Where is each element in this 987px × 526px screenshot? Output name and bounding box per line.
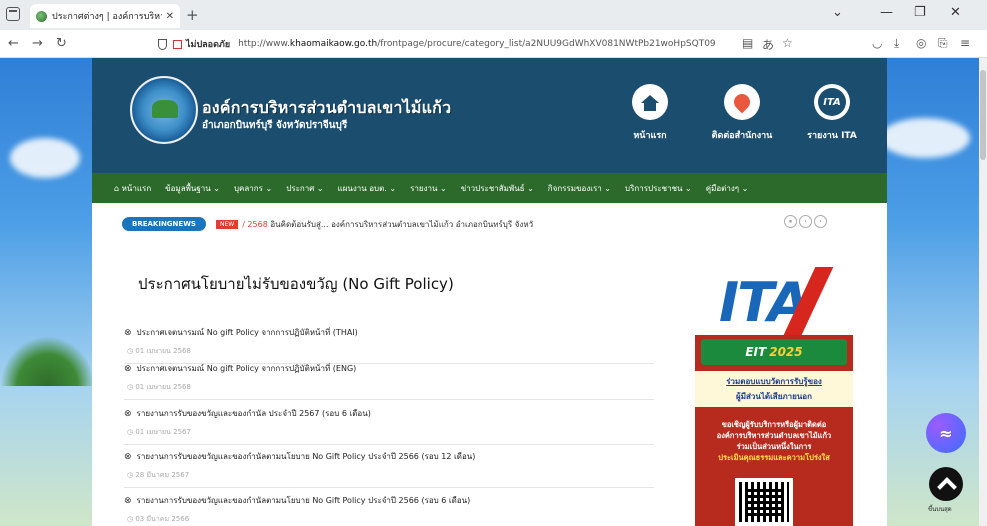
post-title[interactable]: ประกาศเจตนารมณ์ No gift Policy จากการปฏิ… xyxy=(137,362,357,375)
star-icon[interactable]: ☆ xyxy=(782,36,793,50)
menu-item-personnel[interactable]: บุคลากร ⌄ xyxy=(234,182,272,195)
browser-tab[interactable]: ประกาศต่างๆ | องค์การบริหารส่วน X ✕ xyxy=(30,4,180,28)
menu-icon[interactable]: ≡ xyxy=(960,36,970,50)
menu-item-basic-info[interactable]: ข้อมูลพื้นฐาน ⌄ xyxy=(165,182,220,195)
close-tab-icon[interactable]: ✕ xyxy=(166,11,174,22)
tab-overflow-chevron-icon[interactable]: ⌄ xyxy=(832,5,843,20)
tab-title: ประกาศต่างๆ | องค์การบริหารส่วน X xyxy=(52,12,162,22)
breaking-news-controls: ⏸ ‹ › xyxy=(784,215,827,228)
maximize-icon[interactable]: ❐ xyxy=(914,5,926,20)
circle-x-icon: ⊗ xyxy=(124,408,132,419)
translate-icon[interactable]: あ xyxy=(762,36,774,53)
post-date: 01 เมษายน 2567 xyxy=(127,427,654,438)
menu-item-plans[interactable]: แผนงาน อบต. ⌄ xyxy=(338,182,397,195)
back-to-top-label: ขึ้นบนสุด xyxy=(928,506,952,513)
location-pin-icon xyxy=(724,84,760,120)
breaking-news-text[interactable]: / 2568 อินคิดต้อนรับสู่... องค์การบริหาร… xyxy=(242,218,533,231)
post-item[interactable]: ⊗ รายงานการรับของขวัญและของกำนัลตามนโยบาย… xyxy=(124,494,654,526)
back-to-top-button[interactable] xyxy=(922,464,970,504)
tab-list-icon[interactable] xyxy=(6,7,20,21)
circle-x-icon: ⊗ xyxy=(124,363,132,374)
close-icon[interactable]: ✕ xyxy=(950,5,961,20)
chevron-up-icon xyxy=(929,467,963,501)
quick-link-label: หน้าแรก xyxy=(633,131,667,141)
post-title[interactable]: ประกาศเจตนารมณ์ No gift Policy จากการปฏิ… xyxy=(137,326,358,339)
quick-link-ita[interactable]: ITA รายงาน ITA xyxy=(792,84,872,142)
post-title[interactable]: รายงานการรับของขวัญและของกำนัลตามนโยบาย … xyxy=(137,450,476,463)
ita-banner[interactable]: ITA EIT 2025 ร่วมตอบแบบวัดการรับรู้ของ ผู… xyxy=(687,263,857,526)
breaking-news-tag: BREAKINGNEWS xyxy=(122,217,206,231)
post-date: 01 เมษายน 2568 xyxy=(127,346,654,357)
lock-icon[interactable] xyxy=(173,39,182,49)
quick-link-label: รายงาน ITA xyxy=(807,131,857,141)
background-cloud xyxy=(10,138,80,178)
main-menu: หน้าแรก ข้อมูลพื้นฐาน ⌄ บุคลากร ⌄ ประกาศ… xyxy=(92,173,887,203)
post-item[interactable]: ⊗ ประกาศเจตนารมณ์ No gift Policy จากการปฏ… xyxy=(124,362,654,400)
eit-panel: EIT 2025 ร่วมตอบแบบวัดการรับรู้ของ ผู้มีส… xyxy=(695,335,853,526)
background-trees xyxy=(0,336,95,386)
url-text: http://www.khaomaikaow.go.th/frontpage/p… xyxy=(238,39,716,49)
post-item[interactable]: ⊗ รายงานการรับของขวัญและของกำนัลตามนโยบาย… xyxy=(124,450,654,488)
site-header: องค์การบริหารส่วนตำบลเขาไม้แก้ว อำเภอกบิ… xyxy=(92,58,887,173)
menu-item-reports[interactable]: รายงาน ⌄ xyxy=(410,182,447,195)
quick-link-home[interactable]: หน้าแรก xyxy=(610,84,690,142)
post-title[interactable]: รายงานการรับของขวัญและของกำนัล ประจำปี 2… xyxy=(137,407,371,420)
pocket-icon[interactable]: ◡ xyxy=(872,36,882,50)
quick-link-contact[interactable]: ติดต่อสำนักงาน xyxy=(702,84,782,142)
menu-item-announcements[interactable]: ประกาศ ⌄ xyxy=(286,182,323,195)
post-date: 01 เมษายน 2568 xyxy=(127,382,654,393)
survey-invitation: ขอเชิญผู้รับบริการหรือผู้มาติดต่อ องค์กา… xyxy=(716,420,832,462)
qr-code[interactable] xyxy=(735,478,793,526)
reload-icon[interactable]: ↻ xyxy=(56,36,67,51)
survey-heading: ร่วมตอบแบบวัดการรับรู้ของ ผู้มีส่วนได้เส… xyxy=(695,371,853,407)
prev-icon[interactable]: ‹ xyxy=(799,215,812,228)
extensions-icon[interactable]: ◎ xyxy=(916,36,926,50)
background-cloud xyxy=(880,118,970,158)
circle-x-icon: ⊗ xyxy=(124,495,132,506)
menu-item-home[interactable]: หน้าแรก xyxy=(114,182,152,195)
browser-tab-bar: ประกาศต่างๆ | องค์การบริหารส่วน X ✕ + ⌄ … xyxy=(0,0,987,30)
org-subtitle: อำเภอกบินทร์บุรี จังหวัดปราจีนบุรี xyxy=(202,120,348,131)
post-item[interactable]: ⊗ รายงานการรับของขวัญและของกำนัล ประจำปี … xyxy=(124,407,654,445)
ita-icon: ITA xyxy=(814,84,850,120)
page-viewport: องค์การบริหารส่วนตำบลเขาไม้แก้ว อำเภอกบิ… xyxy=(0,58,979,526)
next-icon[interactable]: › xyxy=(814,215,827,228)
account-icon[interactable]: ⎘ xyxy=(938,36,948,51)
back-icon[interactable]: ← xyxy=(8,36,19,51)
org-logo[interactable] xyxy=(130,76,198,144)
page-scrollbar[interactable] xyxy=(979,58,987,526)
messenger-icon[interactable]: ≈ xyxy=(926,413,966,453)
ita-logo: ITA xyxy=(699,263,847,337)
home-icon xyxy=(632,84,668,120)
quick-link-label: ติดต่อสำนักงาน xyxy=(711,131,773,141)
page-title: ประกาศนโยบายไม่รับของขวัญ (No Gift Polic… xyxy=(138,275,454,293)
reader-icon[interactable]: ▤ xyxy=(742,36,753,50)
eit-badge: EIT 2025 xyxy=(701,339,847,365)
post-date: 03 มีนาคม 2566 xyxy=(127,514,654,525)
forward-icon[interactable]: → xyxy=(32,36,43,51)
circle-x-icon: ⊗ xyxy=(124,451,132,462)
address-bar: ← → ↻ ไม่ปลอดภัย http://www.khaomaikaow.… xyxy=(0,30,987,58)
circle-x-icon: ⊗ xyxy=(124,327,132,338)
post-date: 28 มีนาคม 2567 xyxy=(127,470,654,481)
breaking-news-bar: BREAKINGNEWS NEW / 2568 อินคิดต้อนรับสู่… xyxy=(122,215,533,233)
menu-item-services[interactable]: บริการประชาชน ⌄ xyxy=(625,182,692,195)
site-container: องค์การบริหารส่วนตำบลเขาไม้แก้ว อำเภอกบิ… xyxy=(92,58,887,526)
insecure-label: ไม่ปลอดภัย xyxy=(186,40,231,50)
site-favicon-icon xyxy=(36,10,47,22)
menu-item-news[interactable]: ข่าวประชาสัมพันธ์ ⌄ xyxy=(461,182,534,195)
menu-item-manuals[interactable]: คู่มือต่างๆ ⌄ xyxy=(706,182,749,195)
post-title[interactable]: รายงานการรับของขวัญและของกำนัลตามนโยบาย … xyxy=(137,494,471,507)
download-icon[interactable]: ⤓ xyxy=(894,36,899,51)
new-badge: NEW xyxy=(215,219,239,229)
minimize-icon[interactable]: — xyxy=(880,5,893,20)
new-tab-button[interactable]: + xyxy=(186,6,199,24)
pause-icon[interactable]: ⏸ xyxy=(784,215,797,228)
shield-icon[interactable] xyxy=(158,38,167,50)
post-item[interactable]: ⊗ ประกาศเจตนารมณ์ No gift Policy จากการปฏ… xyxy=(124,326,654,364)
menu-item-activities[interactable]: กิจกรรมของเรา ⌄ xyxy=(548,182,611,195)
url-field[interactable]: ไม่ปลอดภัย http://www.khaomaikaow.go.th/… xyxy=(158,34,798,54)
